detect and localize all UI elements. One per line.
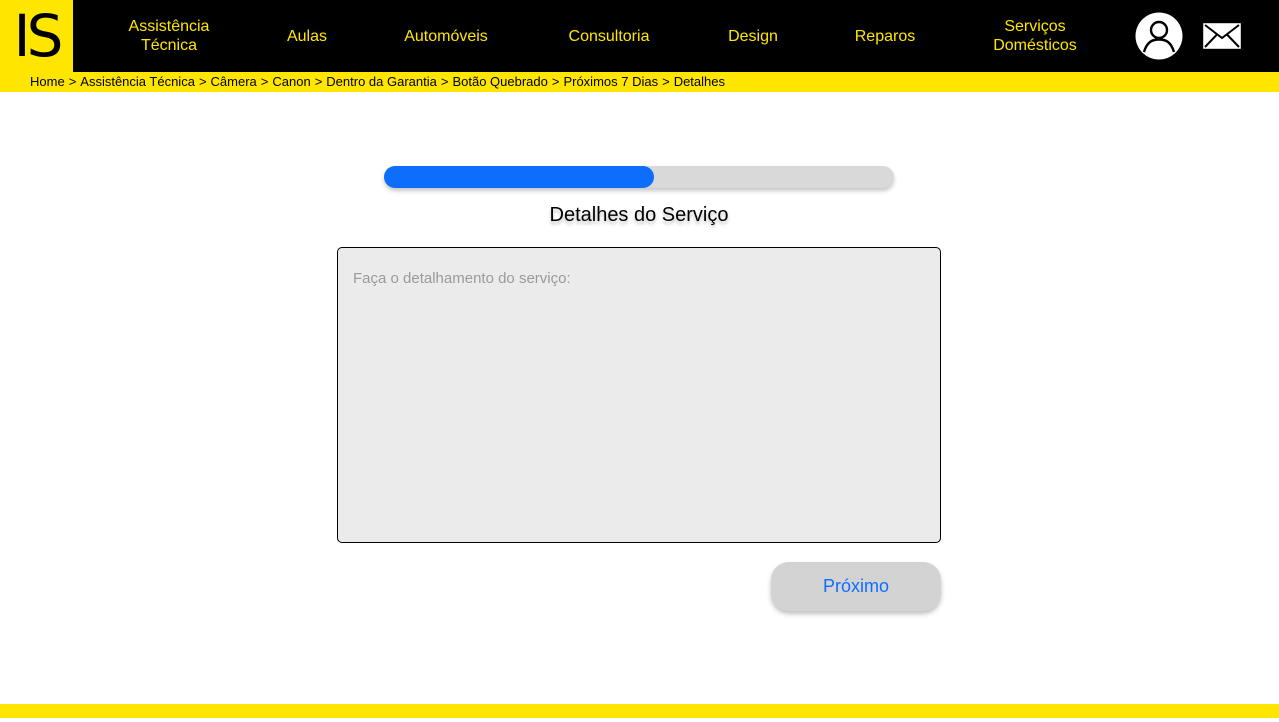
user-avatar-icon[interactable] <box>1135 12 1183 60</box>
breadcrumb-bar: Home > Assistência Técnica > Câmera > Canon > De… <box>0 72 1279 92</box>
top-navbar: IS Assistência Técnica Aulas Automóveis … <box>0 0 1279 72</box>
breadcrumb-separator: > <box>68 74 77 89</box>
breadcrumb-item-home[interactable]: Home <box>30 74 65 89</box>
page-title: Detalhes do Serviço <box>549 204 729 226</box>
nav-item-design[interactable]: Design <box>708 0 798 72</box>
nav-item-consultoria[interactable]: Consultoria <box>552 0 666 72</box>
breadcrumb-item-camera[interactable]: Câmera <box>211 74 257 89</box>
breadcrumb-separator: > <box>662 74 670 89</box>
footer-bar <box>0 704 1279 718</box>
service-details-textarea[interactable] <box>337 247 941 543</box>
mail-icon[interactable] <box>1203 23 1241 49</box>
breadcrumb-separator: > <box>440 74 449 89</box>
breadcrumb-item-proximos-7-dias[interactable]: Próximos 7 Dias <box>563 74 658 89</box>
nav-item-servicos-domesticos[interactable]: Serviços Domésticos <box>975 0 1095 72</box>
progress-bar <box>384 166 894 188</box>
breadcrumb-separator: > <box>551 74 560 89</box>
nav-item-reparos[interactable]: Reparos <box>840 0 930 72</box>
breadcrumb-separator: > <box>314 74 323 89</box>
next-button[interactable]: Próximo <box>771 562 941 611</box>
breadcrumb-item-detalhes[interactable]: Detalhes <box>674 74 725 89</box>
breadcrumb-item-assistencia-tecnica[interactable]: Assistência Técnica <box>80 74 195 89</box>
nav-item-assistencia-tecnica[interactable]: Assistência Técnica <box>110 0 228 72</box>
breadcrumb-item-botao-quebrado[interactable]: Botão Quebrado <box>452 74 547 89</box>
progress-bar-fill <box>384 166 655 188</box>
breadcrumb-separator: > <box>198 74 207 89</box>
breadcrumb-separator: > <box>260 74 269 89</box>
site-logo[interactable]: IS <box>0 0 73 72</box>
breadcrumb-item-canon[interactable]: Canon <box>272 74 310 89</box>
breadcrumb: Home > Assistência Técnica > Câmera > Canon > De… <box>30 72 725 92</box>
nav-item-automoveis[interactable]: Automóveis <box>390 0 502 72</box>
nav-item-aulas[interactable]: Aulas <box>262 0 352 72</box>
breadcrumb-item-dentro-da-garantia[interactable]: Dentro da Garantia <box>326 74 437 89</box>
